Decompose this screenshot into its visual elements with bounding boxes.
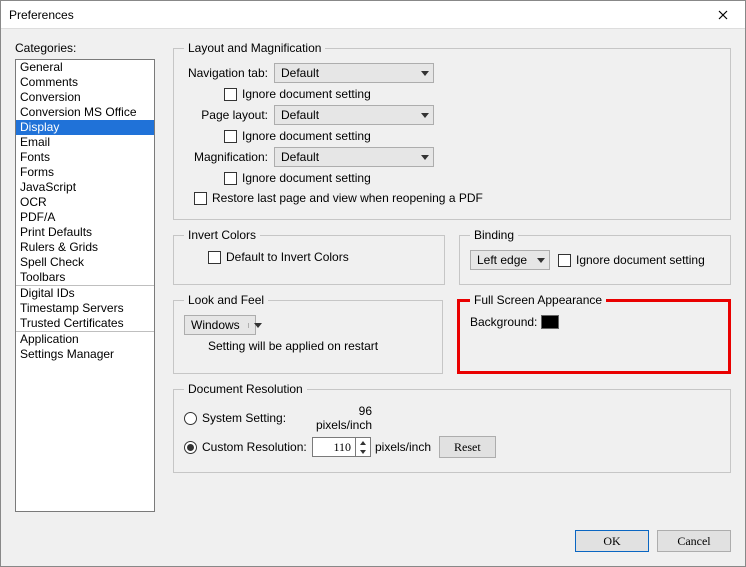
look-and-feel-combo[interactable]: Windows	[184, 315, 256, 335]
combo-value: Left edge	[477, 253, 527, 267]
titlebar: Preferences	[1, 1, 745, 29]
custom-resolution-input[interactable]	[313, 438, 355, 456]
custom-resolution-unit: pixels/inch	[375, 440, 431, 454]
category-item[interactable]: PDF/A	[16, 210, 154, 225]
chevron-down-icon	[421, 71, 429, 76]
category-item[interactable]: Conversion MS Office	[16, 105, 154, 120]
categories-list[interactable]: GeneralCommentsConversionConversion MS O…	[15, 59, 155, 512]
category-item[interactable]: Comments	[16, 75, 154, 90]
category-item[interactable]: Application	[16, 332, 154, 347]
group-legend: Binding	[470, 228, 518, 242]
close-button[interactable]	[701, 1, 745, 29]
combo-value: Default	[281, 150, 319, 164]
category-item[interactable]: General	[16, 60, 154, 75]
spin-up-icon[interactable]	[356, 438, 370, 447]
magnification-ignore-checkbox[interactable]	[224, 172, 237, 185]
full-screen-appearance-group: Full Screen Appearance Background:	[457, 293, 731, 374]
default-invert-checkbox[interactable]	[208, 251, 221, 264]
look-and-feel-note: Setting will be applied on restart	[208, 339, 378, 353]
category-item[interactable]: Display	[16, 120, 154, 135]
category-item[interactable]: Rulers & Grids	[16, 240, 154, 255]
category-item[interactable]: Spell Check	[16, 255, 154, 270]
system-setting-value: 96 pixels/inch	[312, 404, 372, 432]
magnification-combo[interactable]: Default	[274, 147, 434, 167]
layout-and-magnification-group: Layout and Magnification Navigation tab:…	[173, 41, 731, 220]
checkbox-label: Ignore document setting	[576, 253, 705, 267]
group-legend: Layout and Magnification	[184, 41, 325, 55]
custom-resolution-label: Custom Resolution:	[202, 440, 312, 454]
dialog-footer: OK Cancel	[1, 520, 745, 566]
group-legend: Document Resolution	[184, 382, 307, 396]
nav-tab-combo[interactable]: Default	[274, 63, 434, 83]
look-and-feel-group: Look and Feel Windows Setting will be ap…	[173, 293, 443, 374]
chevron-down-icon	[421, 155, 429, 160]
checkbox-label: Ignore document setting	[242, 129, 371, 143]
group-legend: Invert Colors	[184, 228, 260, 242]
page-layout-combo[interactable]: Default	[274, 105, 434, 125]
invert-colors-group: Invert Colors Default to Invert Colors	[173, 228, 445, 285]
category-item[interactable]: Forms	[16, 165, 154, 180]
close-icon	[718, 7, 728, 23]
custom-resolution-spinner[interactable]	[312, 437, 371, 457]
chevron-down-icon	[248, 323, 262, 328]
chevron-down-icon	[421, 113, 429, 118]
checkbox-label: Default to Invert Colors	[226, 250, 349, 264]
nav-tab-label: Navigation tab:	[184, 66, 274, 80]
page-layout-ignore-checkbox[interactable]	[224, 130, 237, 143]
category-item[interactable]: Timestamp Servers	[16, 301, 154, 316]
category-item[interactable]: Settings Manager	[16, 347, 154, 362]
system-setting-label: System Setting:	[202, 411, 312, 425]
category-item[interactable]: OCR	[16, 195, 154, 210]
background-color-swatch[interactable]	[541, 315, 559, 329]
nav-tab-ignore-checkbox[interactable]	[224, 88, 237, 101]
document-resolution-group: Document Resolution System Setting: 96 p…	[173, 382, 731, 473]
categories-label: Categories:	[15, 41, 155, 55]
group-legend: Full Screen Appearance	[470, 293, 606, 307]
category-item[interactable]: Trusted Certificates	[16, 316, 154, 332]
category-item[interactable]: Toolbars	[16, 270, 154, 286]
page-layout-label: Page layout:	[184, 108, 274, 122]
binding-combo[interactable]: Left edge	[470, 250, 550, 270]
ok-button[interactable]: OK	[575, 530, 649, 552]
category-item[interactable]: Print Defaults	[16, 225, 154, 240]
checkbox-label: Ignore document setting	[242, 87, 371, 101]
combo-value: Default	[281, 66, 319, 80]
category-item[interactable]: Digital IDs	[16, 286, 154, 301]
combo-value: Windows	[191, 318, 240, 332]
checkbox-label: Restore last page and view when reopenin…	[212, 191, 483, 205]
category-item[interactable]: JavaScript	[16, 180, 154, 195]
chevron-down-icon	[537, 258, 545, 263]
system-setting-radio[interactable]	[184, 412, 197, 425]
category-item[interactable]: Email	[16, 135, 154, 150]
category-item[interactable]: Conversion	[16, 90, 154, 105]
preferences-dialog: Preferences Categories: GeneralCommentsC…	[0, 0, 746, 567]
checkbox-label: Ignore document setting	[242, 171, 371, 185]
binding-group: Binding Left edge Ignore document settin…	[459, 228, 731, 285]
restore-last-page-checkbox[interactable]	[194, 192, 207, 205]
custom-resolution-radio[interactable]	[184, 441, 197, 454]
group-legend: Look and Feel	[184, 293, 268, 307]
window-title: Preferences	[9, 8, 701, 22]
reset-button[interactable]: Reset	[439, 436, 496, 458]
background-label: Background:	[470, 315, 537, 329]
category-item[interactable]: Fonts	[16, 150, 154, 165]
magnification-label: Magnification:	[184, 150, 274, 164]
combo-value: Default	[281, 108, 319, 122]
cancel-button[interactable]: Cancel	[657, 530, 731, 552]
spin-down-icon[interactable]	[356, 447, 370, 456]
binding-ignore-checkbox[interactable]	[558, 254, 571, 267]
